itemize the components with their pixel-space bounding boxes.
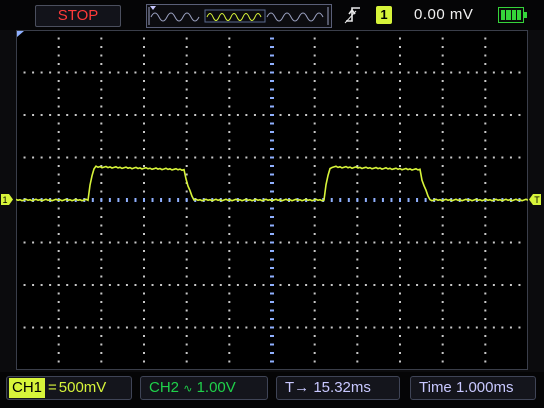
ch1-scale: 500mV	[58, 379, 107, 396]
ch2-scale: 1.00V	[196, 379, 236, 396]
trigger-position-setting[interactable]: T→ 15.32ms	[276, 376, 400, 400]
ch1-marker-label: 1	[2, 195, 7, 205]
trigger-status[interactable]: 1 0.00 mV	[340, 3, 530, 27]
trigger-channel-badge: 1	[376, 6, 392, 24]
rising-edge-icon	[344, 7, 360, 24]
ch2-settings[interactable]: CH2 ∿ 1.00V	[140, 376, 268, 400]
top-status-bar: STOP 1 0.00 mV	[0, 0, 544, 30]
waveform-grid[interactable]	[16, 30, 528, 370]
run-stop-indicator[interactable]: STOP	[35, 5, 121, 27]
graticule	[16, 30, 528, 370]
trigger-position-label: T→	[285, 379, 310, 396]
trigger-level: 0.00 mV	[414, 6, 474, 23]
trigger-position-value: 15.32ms	[313, 379, 371, 396]
trigger-level-marker[interactable]: T	[528, 193, 542, 206]
ch2-label: CH2	[149, 379, 180, 396]
battery-icon	[498, 7, 527, 23]
timebase-setting[interactable]: Time 1.000ms	[410, 376, 536, 400]
ch2-coupling-icon: ∿	[183, 383, 193, 395]
oscilloscope-screen: STOP 1 0.00 mV 1 T CH1 = 500mV CH2 ∿ 1.0…	[0, 0, 544, 408]
trigger-marker-label: T	[534, 195, 540, 205]
bottom-status-bar: CH1 = 500mV CH2 ∿ 1.00V T→ 15.32ms Time 1.…	[0, 372, 544, 408]
ch1-settings[interactable]: CH1 = 500mV	[6, 376, 132, 400]
memory-waveform-preview[interactable]	[146, 4, 332, 28]
trigger-position-marker-icon	[17, 31, 24, 37]
ch1-ground-marker[interactable]: 1	[0, 193, 14, 206]
memory-preview-graphic	[148, 6, 329, 25]
timebase-label: Time	[419, 379, 452, 396]
timebase-value: 1.000ms	[455, 379, 514, 396]
ch1-label: CH1	[9, 378, 46, 398]
ch1-coupling-icon: =	[48, 379, 57, 396]
